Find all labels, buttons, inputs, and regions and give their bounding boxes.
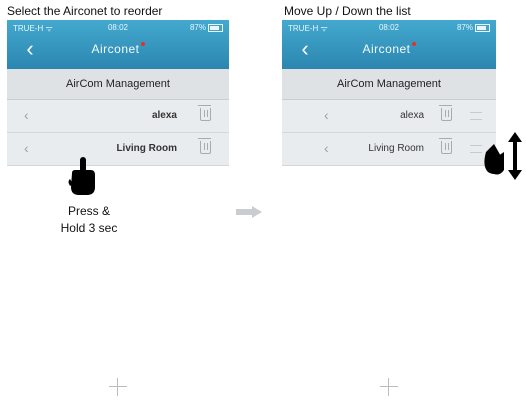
battery-icon [475,23,490,32]
hand-up-down-icon [484,132,522,180]
caption-move-up-down: Move Up / Down the list [284,4,411,18]
list-item-label: Living Room [116,143,177,154]
battery-indicator: 87% [457,23,490,32]
trash-icon[interactable] [439,138,452,154]
add-button[interactable] [380,378,398,396]
list-item[interactable]: ‹ alexa [7,100,229,133]
status-bar: TRUE-H ᯤ 08:02 87% [7,20,229,34]
list-item-label: alexa [400,110,424,121]
list-item[interactable]: ‹ Living Room [7,133,229,166]
caption-select-to-reorder: Select the Airconet to reorder [7,4,163,18]
trash-icon[interactable] [198,138,211,154]
list-item[interactable]: ‹ alexa [282,100,496,133]
trash-icon[interactable] [198,105,211,121]
battery-indicator: 87% [190,23,223,32]
brand-logo: Airconet [7,42,229,56]
pointing-hand-icon [68,157,95,195]
right-arrow-icon [236,206,262,218]
phone-screen-reorder: TRUE-H ᯤ 08:02 87% ‹ Airconet AirCom Man… [282,20,496,402]
brand-dot [411,42,416,46]
chevron-left-icon[interactable]: ‹ [324,140,329,156]
chevron-left-icon[interactable]: ‹ [24,140,29,156]
add-button[interactable] [109,378,127,396]
brand-dot [140,42,145,46]
page-title: AirCom Management [282,69,496,100]
list-item-label: Living Room [368,143,424,154]
page-title: AirCom Management [7,69,229,100]
app-header: TRUE-H ᯤ 08:02 87% ‹ Airconet [282,20,496,69]
brand-logo: Airconet [282,42,496,56]
list-item-label: alexa [151,110,177,121]
status-bar: TRUE-H ᯤ 08:02 87% [282,20,496,34]
app-header: TRUE-H ᯤ 08:02 87% ‹ Airconet [7,20,229,69]
chevron-left-icon[interactable]: ‹ [24,107,29,123]
list-item[interactable]: ‹ Living Room [282,133,496,166]
trash-icon[interactable] [439,105,452,121]
drag-handle-icon[interactable] [470,145,482,153]
hint-press: Press & [67,204,110,218]
chevron-left-icon[interactable]: ‹ [324,107,329,123]
drag-handle-icon[interactable] [470,112,482,120]
battery-icon [208,23,223,32]
hint-hold-duration: Hold 3 sec [60,221,118,235]
